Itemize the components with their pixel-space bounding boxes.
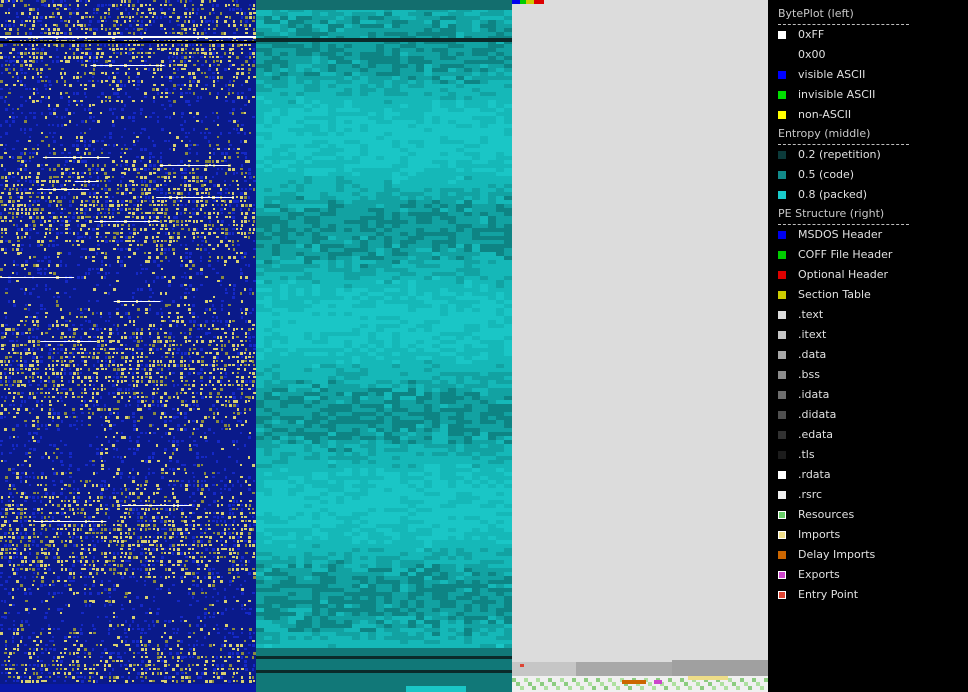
pe-visualizer: BytePlot (left) 0xFF 0x00 visible ASCII …: [0, 0, 968, 692]
swatch-itext: [778, 331, 786, 339]
legend-label: Imports: [798, 528, 841, 541]
byteplot-canvas: [0, 0, 256, 692]
legend-label: .data: [798, 348, 827, 361]
legend-item-imports: Imports: [778, 525, 958, 545]
legend-label: .rsrc: [798, 488, 823, 501]
swatch-entropy-low: [778, 151, 786, 159]
legend-item-entropy-high: 0.8 (packed): [778, 185, 958, 205]
legend-item-rsrc: .rsrc: [778, 485, 958, 505]
legend-item-resources: Resources: [778, 505, 958, 525]
swatch-imports: [778, 531, 786, 539]
legend-label: 0xFF: [798, 28, 825, 41]
legend-label: 0x00: [798, 48, 826, 61]
legend-item-entropy-low: 0.2 (repetition): [778, 145, 958, 165]
legend-label: MSDOS Header: [798, 228, 883, 241]
legend-item-didata: .didata: [778, 405, 958, 425]
legend-item-0x00: 0x00: [778, 45, 958, 65]
legend-label: Resources: [798, 508, 855, 521]
legend-label: Delay Imports: [798, 548, 876, 561]
legend-label: Entry Point: [798, 588, 859, 601]
legend-label: .edata: [798, 428, 834, 441]
swatch-coff-header: [778, 251, 786, 259]
legend-item-entry-point: Entry Point: [778, 585, 958, 605]
legend-label: .tls: [798, 448, 815, 461]
swatch-invisible-ascii: [778, 91, 786, 99]
legend-item-optional-header: Optional Header: [778, 265, 958, 285]
entropy-canvas: [256, 0, 512, 692]
swatch-tls: [778, 451, 786, 459]
swatch-entropy-high: [778, 191, 786, 199]
legend-header-entropy: Entropy (middle): [778, 126, 909, 145]
legend-label: 0.2 (repetition): [798, 148, 881, 161]
swatch-msdos-header: [778, 231, 786, 239]
legend-item-0xff: 0xFF: [778, 25, 958, 45]
legend-item-exports: Exports: [778, 565, 958, 585]
legend-label: Optional Header: [798, 268, 889, 281]
legend-header-pe-structure: PE Structure (right): [778, 206, 909, 225]
legend-item-rdata: .rdata: [778, 465, 958, 485]
legend-label: 0.5 (code): [798, 168, 855, 181]
swatch-non-ascii: [778, 111, 786, 119]
legend-label: 0.8 (packed): [798, 188, 868, 201]
legend-item-entropy-mid: 0.5 (code): [778, 165, 958, 185]
swatch-delay-imports: [778, 551, 786, 559]
swatch-visible-ascii: [778, 71, 786, 79]
legend-item-bss: .bss: [778, 365, 958, 385]
legend-item-text: .text: [778, 305, 958, 325]
legend-label: Section Table: [798, 288, 871, 301]
legend-label: .text: [798, 308, 824, 321]
legend-label: non-ASCII: [798, 108, 852, 121]
legend-label: .rdata: [798, 468, 831, 481]
legend-item-tls: .tls: [778, 445, 958, 465]
legend-item-idata: .idata: [778, 385, 958, 405]
legend-item-non-ascii: non-ASCII: [778, 105, 958, 125]
swatch-text: [778, 311, 786, 319]
pe-structure-panel: [512, 0, 768, 692]
legend-item-coff-header: COFF File Header: [778, 245, 958, 265]
legend-item-data: .data: [778, 345, 958, 365]
pe-structure-canvas: [512, 0, 768, 692]
legend-label: .itext: [798, 328, 827, 341]
swatch-optional-header: [778, 271, 786, 279]
swatch-idata: [778, 391, 786, 399]
legend-label: visible ASCII: [798, 68, 866, 81]
legend-item-visible-ascii: visible ASCII: [778, 65, 958, 85]
legend-panel: BytePlot (left) 0xFF 0x00 visible ASCII …: [768, 0, 968, 692]
legend-header-byteplot: BytePlot (left): [778, 6, 909, 25]
swatch-didata: [778, 411, 786, 419]
swatch-exports: [778, 571, 786, 579]
swatch-0xff: [778, 31, 786, 39]
legend-item-invisible-ascii: invisible ASCII: [778, 85, 958, 105]
entropy-panel: [256, 0, 512, 692]
swatch-entropy-mid: [778, 171, 786, 179]
swatch-0x00: [778, 51, 786, 59]
legend-item-edata: .edata: [778, 425, 958, 445]
legend-item-itext: .itext: [778, 325, 958, 345]
swatch-edata: [778, 431, 786, 439]
swatch-resources: [778, 511, 786, 519]
legend-label: .didata: [798, 408, 837, 421]
swatch-data: [778, 351, 786, 359]
swatch-rsrc: [778, 491, 786, 499]
legend-item-section-table: Section Table: [778, 285, 958, 305]
swatch-entry-point: [778, 591, 786, 599]
swatch-rdata: [778, 471, 786, 479]
swatch-bss: [778, 371, 786, 379]
byteplot-panel: [0, 0, 256, 692]
legend-item-delay-imports: Delay Imports: [778, 545, 958, 565]
legend-label: invisible ASCII: [798, 88, 876, 101]
legend-label: .idata: [798, 388, 830, 401]
swatch-section-table: [778, 291, 786, 299]
legend-label: .bss: [798, 368, 820, 381]
legend-item-msdos-header: MSDOS Header: [778, 225, 958, 245]
legend-label: COFF File Header: [798, 248, 893, 261]
legend-label: Exports: [798, 568, 840, 581]
